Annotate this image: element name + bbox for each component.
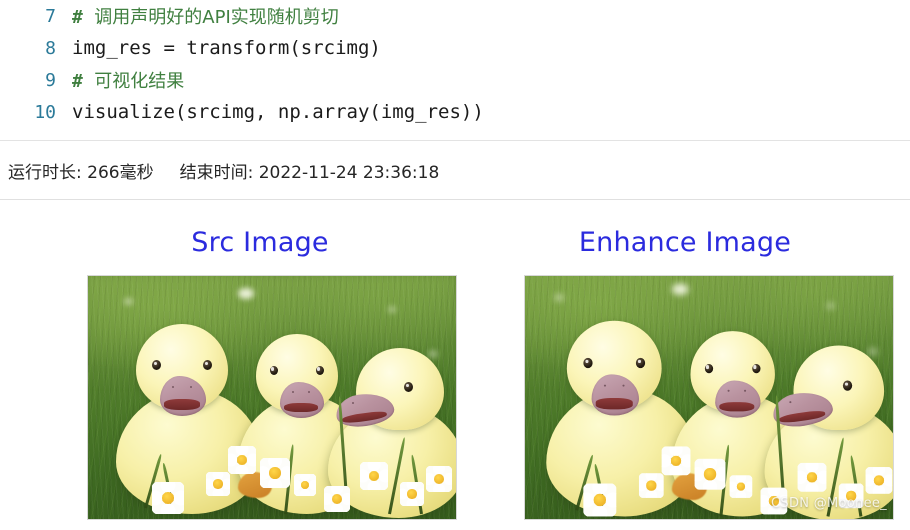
daisy-flower — [152, 482, 184, 514]
subplot-enhance: Enhance Image CSDN @Moonee_ — [460, 201, 910, 520]
daisy-flower — [260, 458, 290, 488]
duckling-nostril — [292, 391, 294, 393]
duckling-eye — [152, 360, 161, 370]
daisy-flower — [324, 486, 350, 512]
code-line-content: visualize(srcimg, np.array(img_res)) — [72, 101, 484, 123]
duckling-scene — [88, 276, 456, 519]
code-line[interactable]: 8 img_res = transform(srcimg) — [0, 32, 910, 64]
duckling-nostril — [352, 402, 354, 404]
duckling-mouth — [718, 402, 755, 412]
background-bokeh — [826, 302, 835, 310]
duckling-nostril — [172, 386, 174, 388]
daisy-flower — [797, 462, 827, 492]
daisy-flower — [638, 473, 664, 498]
duckling-eye — [842, 380, 853, 391]
line-number: 8 — [45, 37, 56, 59]
duckling-mouth — [595, 398, 633, 409]
duckling-nostril — [603, 384, 606, 387]
comment-hash-icon: # — [72, 71, 83, 92]
daisy-flower — [228, 446, 256, 474]
background-bokeh — [124, 298, 133, 305]
daisy-flower — [400, 482, 424, 506]
background-bokeh — [388, 306, 396, 313]
daisy-flower — [729, 475, 753, 498]
code-line-content: # 可视化结果 — [72, 67, 184, 93]
subplot-src: Src Image — [20, 201, 500, 520]
run-duration: 运行时长: 266毫秒 — [8, 162, 154, 183]
background-bokeh — [671, 283, 689, 296]
line-number: 9 — [45, 69, 56, 91]
comment-text: 调用声明好的API实现随机剪切 — [94, 7, 339, 28]
figure-output: Src Image Enhance Image CSDN @Moonee_ — [0, 201, 910, 530]
run-end-time: 结束时间: 2022-11-24 23:36:18 — [179, 162, 440, 183]
daisy-flower — [694, 458, 726, 490]
daisy-flower — [583, 483, 617, 517]
duckling-nostril — [789, 401, 792, 404]
duckling-mouth — [778, 408, 826, 424]
duckling-nostril — [727, 389, 730, 392]
comment-text: 可视化结果 — [94, 71, 185, 92]
daisy-flower — [294, 474, 316, 496]
duckling-nostril — [622, 384, 625, 387]
duckling-mouth — [283, 402, 318, 413]
duckling-eye — [635, 357, 646, 369]
daisy-flower — [865, 467, 893, 494]
duckling-nostril — [744, 389, 747, 392]
code-line[interactable]: 9 # 可视化结果 — [0, 64, 910, 96]
watermark: CSDN @Moonee_ — [771, 496, 887, 511]
duckling-eye — [704, 364, 714, 374]
daisy-flower — [661, 446, 691, 476]
duckling-nostril — [308, 391, 310, 393]
code-line[interactable]: 7 # 调用声明好的API实现随机剪切 — [0, 0, 910, 32]
src-image — [87, 275, 457, 520]
background-bokeh — [238, 288, 254, 299]
code-cell[interactable]: 7 # 调用声明好的API实现随机剪切 8 img_res = transfor… — [0, 0, 910, 140]
duckling-mouth — [341, 409, 388, 425]
duckling-nostril — [190, 386, 192, 388]
background-bokeh — [554, 293, 564, 302]
code-line-content: img_res = transform(srcimg) — [72, 37, 381, 59]
duckling-eye — [270, 366, 278, 375]
code-line-content: # 调用声明好的API实现随机剪切 — [72, 3, 339, 29]
daisy-flower — [426, 466, 452, 492]
run-status-bar: 运行时长: 266毫秒 结束时间: 2022-11-24 23:36:18 — [0, 140, 910, 200]
duckling-scene — [525, 276, 893, 519]
code-line[interactable]: 10 visualize(srcimg, np.array(img_res)) — [0, 96, 910, 128]
duckling-mouth — [163, 399, 200, 410]
duckling-eye — [583, 357, 593, 369]
duckling-eye — [203, 360, 212, 370]
daisy-flower — [360, 462, 388, 490]
daisy-flower — [206, 472, 230, 496]
subplot-title-enhance: Enhance Image — [578, 227, 792, 258]
duckling-eye — [404, 382, 413, 392]
subplot-title-src: Src Image — [191, 227, 329, 258]
enhance-image: CSDN @Moonee_ — [524, 275, 894, 520]
line-number: 10 — [34, 101, 56, 123]
comment-hash-icon: # — [72, 7, 83, 28]
line-number: 7 — [45, 5, 56, 27]
